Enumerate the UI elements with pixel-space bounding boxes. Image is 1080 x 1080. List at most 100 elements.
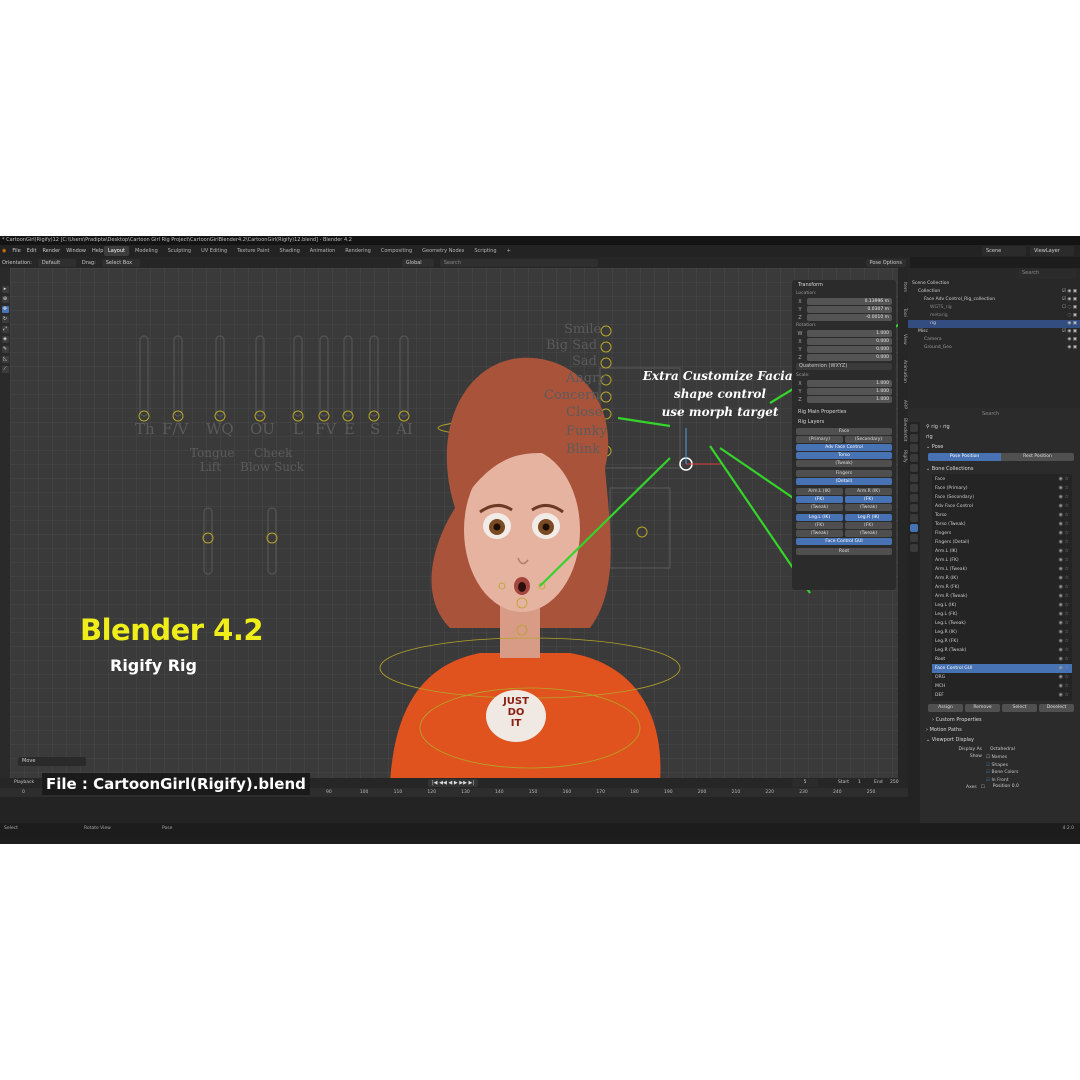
remove-button[interactable]: Remove <box>965 704 1000 712</box>
bone-colors-checkbox[interactable]: ☑ Bone Colors <box>986 769 1076 777</box>
end-field[interactable]: 250 <box>890 778 899 788</box>
location-x-field[interactable]: 0.13996 m <box>807 298 892 305</box>
transform-tool-icon[interactable]: ◈ <box>1 336 9 343</box>
sidetab-blenderkit[interactable]: BlenderKit <box>899 418 907 441</box>
display-as-dropdown[interactable]: Octahedral <box>986 746 1076 753</box>
bone-collection-item[interactable]: MCH ◉ ☆ <box>932 682 1072 691</box>
bone-collection-item[interactable]: Leg.R (IK) ◉ ☆ <box>932 628 1072 637</box>
visibility-star-icon[interactable]: ◉ ☆ <box>1059 529 1069 538</box>
playback-controls[interactable]: |◀ ◀◀ ◀ ▶ ▶▶ ▶| <box>428 779 479 787</box>
add-workspace-icon[interactable]: + <box>503 246 515 256</box>
pose-section-header[interactable]: ⌄ Pose <box>922 442 1080 452</box>
world-props-icon[interactable] <box>910 474 918 482</box>
bone-collection-item[interactable]: DEF ◉ ☆ <box>932 691 1072 700</box>
layer-arm-r-ik-button[interactable]: Arm.R (IK) <box>845 488 892 495</box>
tab-shading[interactable]: Shading <box>275 246 303 256</box>
visibility-star-icon[interactable]: ◉ ☆ <box>1059 583 1069 592</box>
layer-adv-face-control-button[interactable]: Adv Face Control <box>796 444 892 451</box>
outliner-row-scene-collection[interactable]: Scene Collection <box>908 280 1080 288</box>
render-props-icon[interactable] <box>910 434 918 442</box>
visibility-icon[interactable]: ◉ ▣ <box>1067 344 1077 352</box>
scene-props-icon[interactable] <box>910 464 918 472</box>
scale-x-field[interactable]: 1.000 <box>807 380 892 387</box>
rest-position-button[interactable]: Rest Position <box>1001 453 1074 461</box>
bone-collection-item[interactable]: Leg.L (FK) ◉ ☆ <box>932 610 1072 619</box>
tab-compositing[interactable]: Compositing <box>377 246 416 256</box>
names-checkbox[interactable]: ☐ Names <box>986 754 1076 762</box>
bone-collections-header[interactable]: ⌄ Bone Collections <box>922 464 1080 474</box>
bone-collection-item[interactable]: Fingers (Detail) ◉ ☆ <box>932 538 1072 547</box>
current-frame-field[interactable]: 5 <box>792 779 818 787</box>
start-field[interactable]: 1 <box>858 778 861 788</box>
outliner-row-collection[interactable]: Collection ☑ ◉ ▣ <box>908 288 1080 296</box>
outliner-row-camera[interactable]: Camera ◉ ▣ <box>908 336 1080 344</box>
layer-face-button[interactable]: Face <box>796 428 892 435</box>
layer-arm-l-ik-button[interactable]: Arm.L (IK) <box>796 488 843 495</box>
visibility-star-icon[interactable]: ◉ ☆ <box>1059 601 1069 610</box>
layer-root-button[interactable]: Root <box>796 548 892 555</box>
armature-name-field[interactable]: rig <box>922 432 1080 442</box>
pose-position-button[interactable]: Pose Position <box>928 453 1001 461</box>
visibility-star-icon[interactable]: ◉ ☆ <box>1059 484 1069 493</box>
bone-props-icon[interactable] <box>910 534 918 542</box>
bone-collection-item[interactable]: Arm.L (IK) ◉ ☆ <box>932 547 1072 556</box>
layer-torso-button[interactable]: Torso <box>796 452 892 459</box>
axes-position-field[interactable]: Position 0.0 <box>988 784 1076 792</box>
visibility-star-icon[interactable]: ◉ ☆ <box>1059 691 1069 700</box>
outliner-search[interactable]: Search <box>1018 269 1076 279</box>
rotation-w-field[interactable]: 1.000 <box>807 330 892 337</box>
layer-face-secondary-button[interactable]: (Secondary) <box>845 436 892 443</box>
rotation-y-field[interactable]: 0.000 <box>807 346 892 353</box>
layer-arm-r-tweak-button[interactable]: (Tweak) <box>845 504 892 511</box>
tab-scripting[interactable]: Scripting <box>470 246 500 256</box>
modifier-props-icon[interactable] <box>910 494 918 502</box>
bone-collection-item[interactable]: Torso (Tweak) ◉ ☆ <box>932 520 1072 529</box>
assign-button[interactable]: Assign <box>928 704 963 712</box>
bone-collection-item[interactable]: ORG ◉ ☆ <box>932 673 1072 682</box>
tool-props-icon[interactable] <box>910 424 918 432</box>
layer-arm-l-fk-button[interactable]: (FK) <box>796 496 843 503</box>
move-tool-icon[interactable]: ✥ <box>1 306 9 313</box>
layer-torso-tweak-button[interactable]: (Tweak) <box>796 460 892 467</box>
visibility-icon[interactable]: ◉ ▣ <box>1067 320 1077 328</box>
visibility-star-icon[interactable]: ◉ ☆ <box>1059 673 1069 682</box>
tab-uv-editing[interactable]: UV Editing <box>197 246 231 256</box>
menu-help[interactable]: Help <box>92 245 103 257</box>
outliner-row-rig[interactable]: rig ◉ ▣ <box>908 320 1080 328</box>
breadcrumb-object[interactable]: rig <box>931 424 938 430</box>
visibility-icon[interactable]: ☐ ◌ ▣ <box>1062 304 1077 312</box>
scale-z-field[interactable]: 1.000 <box>807 396 892 403</box>
scene-field[interactable]: Scene <box>982 246 1026 256</box>
rig-layers-header[interactable]: Rig Layers <box>792 417 896 427</box>
visibility-star-icon[interactable]: ◉ ☆ <box>1059 502 1069 511</box>
playback-dropdown[interactable]: Playback <box>14 778 34 788</box>
visibility-star-icon[interactable]: ◉ ☆ <box>1059 547 1069 556</box>
texture-props-icon[interactable] <box>910 544 918 552</box>
physics-props-icon[interactable] <box>910 504 918 512</box>
cursor-tool-icon[interactable]: ⊕ <box>1 296 9 303</box>
layer-fingers-detail-button[interactable]: (Detail) <box>796 478 892 485</box>
visibility-star-icon[interactable]: ◉ ☆ <box>1059 475 1069 484</box>
bone-collection-item[interactable]: Arm.R (FK) ◉ ☆ <box>932 583 1072 592</box>
sidetab-view[interactable]: View <box>899 334 907 345</box>
visibility-star-icon[interactable]: ◉ ☆ <box>1059 565 1069 574</box>
visibility-icon[interactable]: ☑ ◉ ▣ <box>1062 328 1077 336</box>
visibility-star-icon[interactable]: ◉ ☆ <box>1059 538 1069 547</box>
move-operator-panel[interactable]: Move <box>18 757 86 766</box>
breadcrumb-data[interactable]: rig <box>943 424 950 430</box>
viewport-display-header[interactable]: ⌄ Viewport Display <box>922 735 1080 745</box>
tab-animation[interactable]: Animation <box>306 246 340 256</box>
bone-collection-item[interactable]: Fingers ◉ ☆ <box>932 529 1072 538</box>
bone-collection-item[interactable]: Leg.R (Tweak) ◉ ☆ <box>932 646 1072 655</box>
visibility-star-icon[interactable]: ◉ ☆ <box>1059 520 1069 529</box>
scale-y-field[interactable]: 1.000 <box>807 388 892 395</box>
motion-paths-header[interactable]: › Motion Paths <box>922 725 1080 735</box>
bone-collection-item[interactable]: Face (Primary) ◉ ☆ <box>932 484 1072 493</box>
blender-logo-icon[interactable]: ◉ <box>2 245 6 257</box>
visibility-icon[interactable]: ☑ ◉ ▣ <box>1062 288 1077 296</box>
constraints-props-icon[interactable] <box>910 514 918 522</box>
tab-texture-paint[interactable]: Texture Paint <box>233 246 273 256</box>
outliner-row-wgts-rig[interactable]: WGTS_rig ☐ ◌ ▣ <box>908 304 1080 312</box>
bone-collection-item[interactable]: Face Control GUI ◉ ☆ <box>932 664 1072 673</box>
visibility-star-icon[interactable]: ◉ ☆ <box>1059 592 1069 601</box>
